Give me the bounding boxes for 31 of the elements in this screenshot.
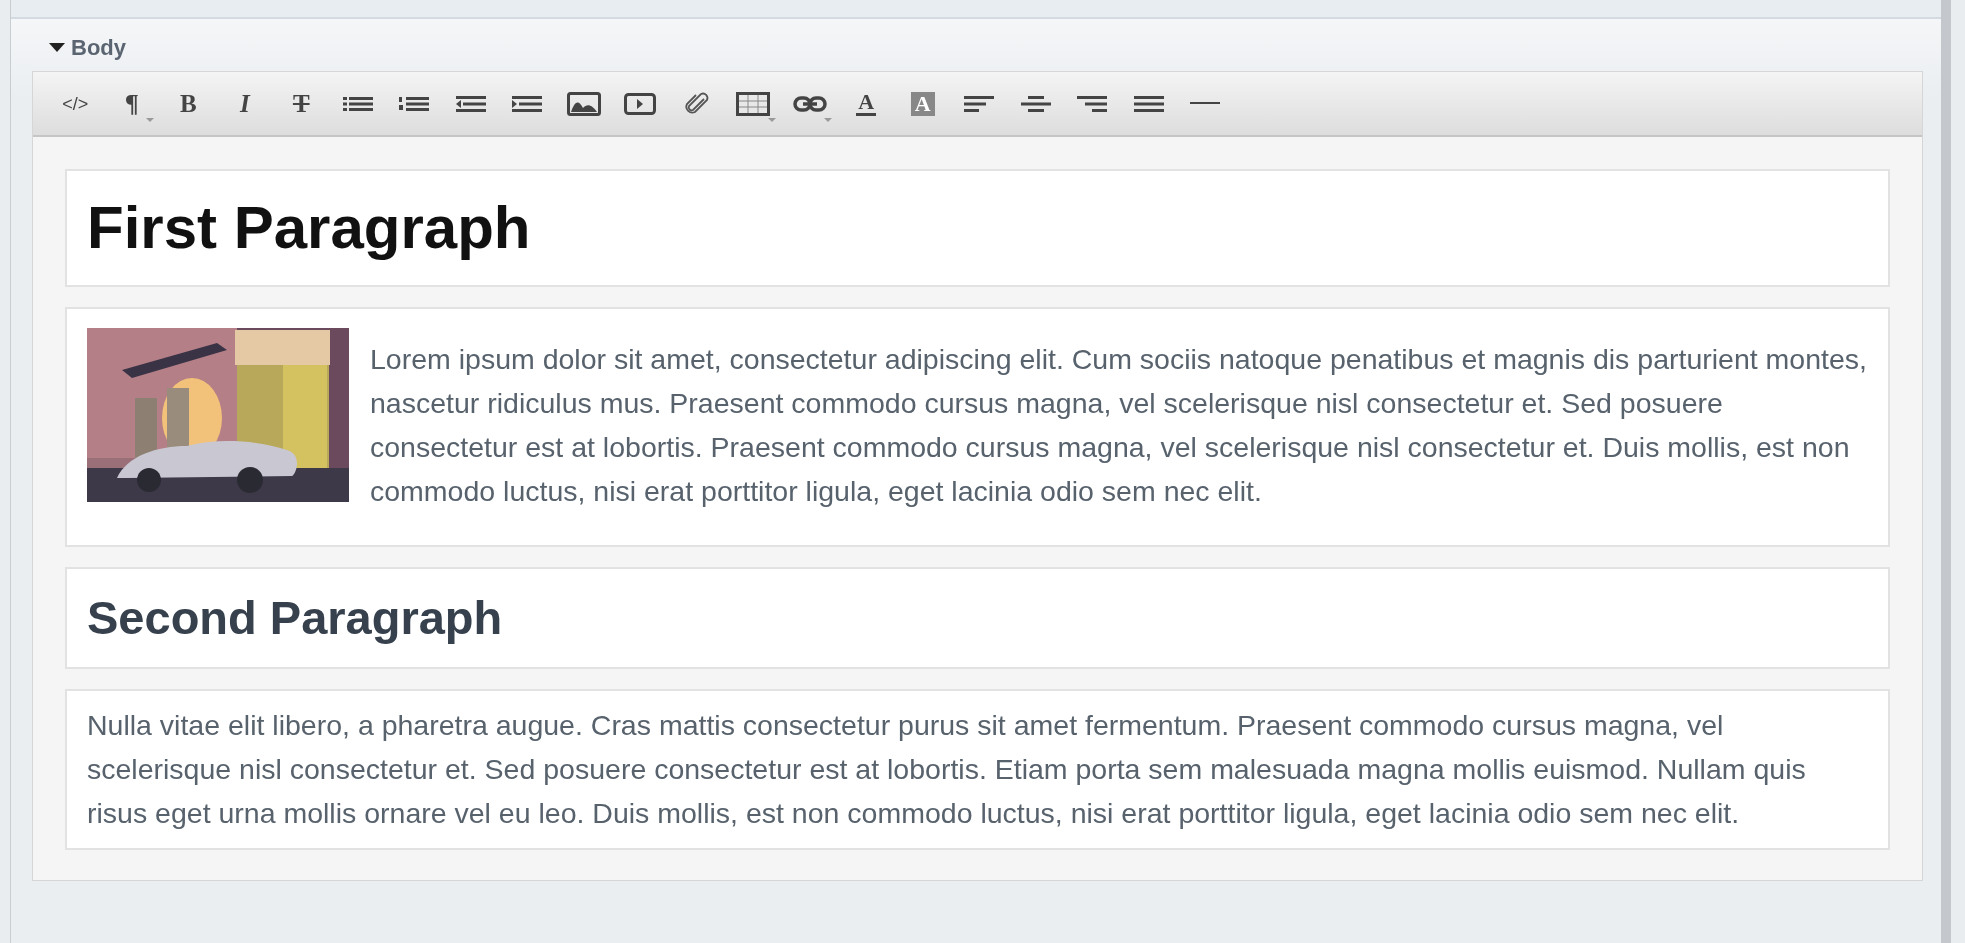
dropdown-caret-icon (146, 117, 154, 122)
dropdown-caret-icon (767, 117, 776, 122)
dropdown-caret-icon (824, 117, 832, 122)
align-right-icon (1077, 95, 1108, 112)
align-center-icon (1020, 95, 1051, 112)
indent-icon (512, 95, 543, 112)
glyph-button[interactable]: </> (47, 83, 104, 124)
outdent-icon (455, 95, 486, 112)
bullet-list-icon (342, 95, 373, 112)
subheading: Second Paragraph (87, 590, 504, 646)
glyph-button[interactable]: ¶ (103, 83, 160, 124)
strike-button[interactable]: T (273, 83, 330, 124)
horizontal-rule-icon (1190, 102, 1221, 105)
image-icon (566, 91, 601, 116)
section-title[interactable]: Body (71, 35, 126, 61)
scrollbar[interactable] (1941, 0, 1951, 943)
paperclip-icon (683, 90, 710, 117)
justify-icon (1133, 95, 1164, 112)
italic-button[interactable]: I (216, 83, 273, 124)
align-left-icon (964, 95, 995, 112)
numbered-list-icon (399, 95, 430, 112)
bold-button[interactable]: B (160, 83, 217, 124)
link-icon (792, 95, 827, 112)
text-color-button[interactable]: A (838, 83, 895, 124)
caret-icon[interactable] (49, 43, 65, 53)
paragraph: Nulla vitae elit libero, a pharetra augue. Cras mattis consectetur purus sit amet fermentum. Praesent commodo cursus magna, vel scelerisque nisl consectetur et. Sed posuere consectetur est at lobortis. Etiam porta sem malesuada magna mollis euismod. Nullam quis risus eget urna mollis ornare vel eu leo. Duis mollis, est non commodo luctus, nisi erat porttitor ligula, eget lacinia odio sem nec elit. (87, 708, 1807, 831)
paragraph: Lorem ipsum dolor sit amet, consectetur adipiscing elit. Cum sociis natoque penatibus et magnis dis parturient montes, nascetur ridiculus mus. Praesent commodo cursus magna, vel scelerisque nisl consectetur et. Sed posuere consectetur est at lobortis. Praesent commodo cursus magna, vel scelerisque nisl consectetur et. Duis mollis, est non commodo luctus, nisi erat porttitor ligula, eget lacinia odio sem nec elit. (370, 342, 1868, 509)
highlight-button[interactable]: A (894, 83, 951, 124)
play-icon (624, 92, 657, 115)
heading: First Paragraph (87, 193, 532, 263)
table-icon (736, 91, 771, 116)
